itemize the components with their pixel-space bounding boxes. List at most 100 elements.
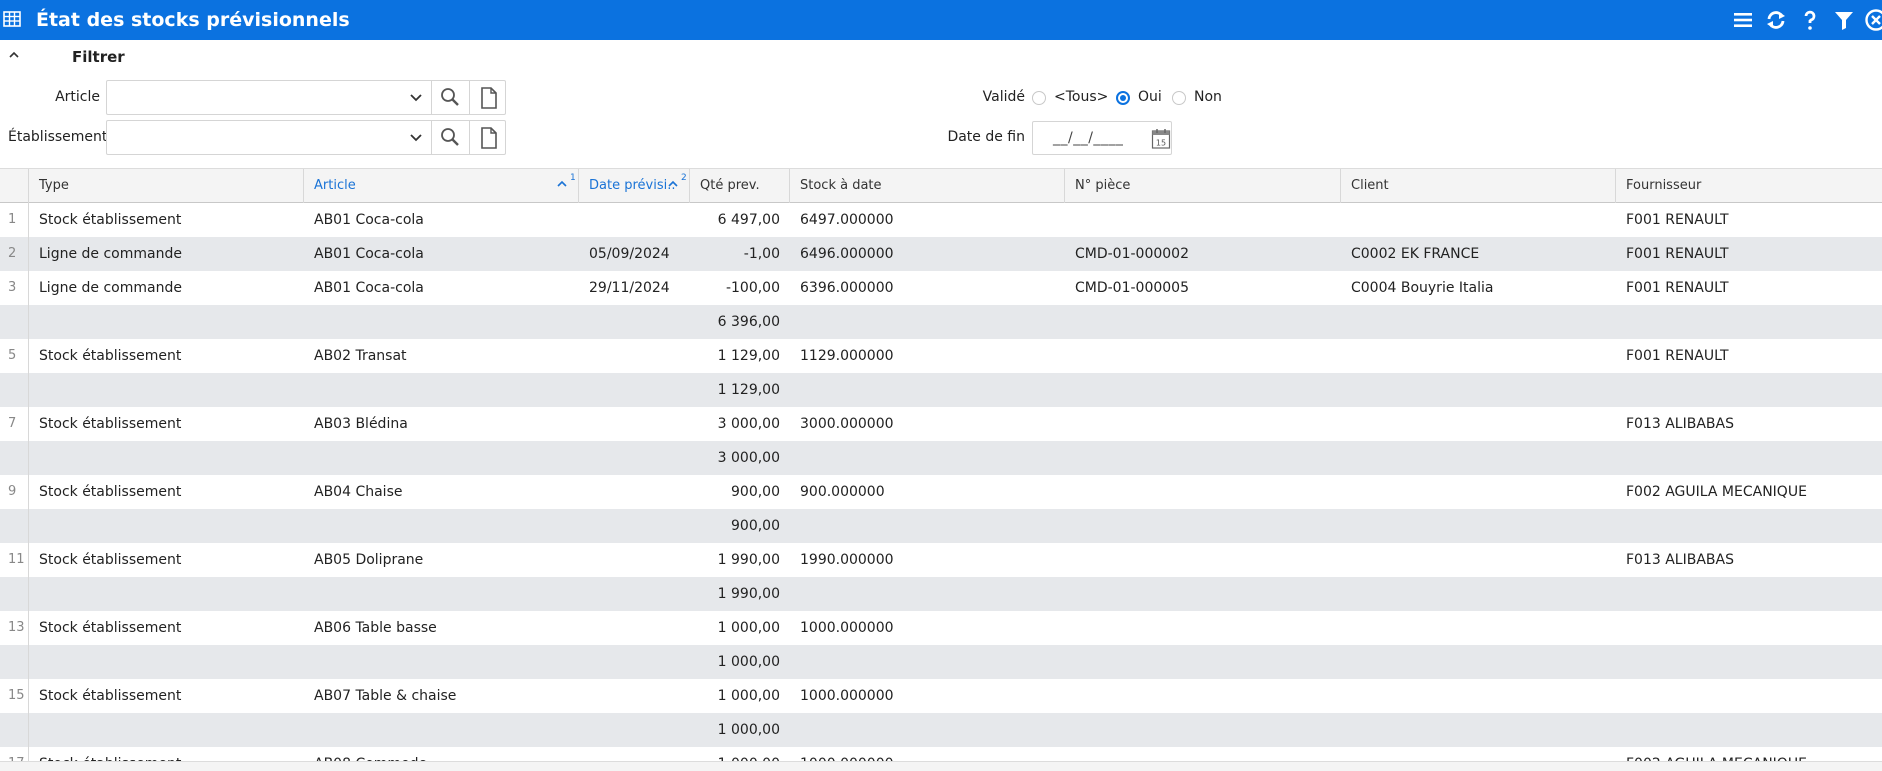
- cell-fournisseur[interactable]: F013 ALIBABAS: [1616, 543, 1882, 577]
- table-row[interactable]: 2 Ligne de commande AB01 Coca-cola 05/09/20…: [0, 237, 1882, 271]
- radio-non-dot[interactable]: [1172, 91, 1186, 105]
- cell-stock[interactable]: 1000.000000: [790, 611, 1065, 645]
- cell-qte[interactable]: 1 990,00: [690, 577, 790, 611]
- cell-piece[interactable]: [1065, 475, 1341, 509]
- cell-qte[interactable]: 1 129,00: [690, 339, 790, 373]
- cell-qte[interactable]: 900,00: [690, 475, 790, 509]
- cell-stock[interactable]: [790, 577, 1065, 611]
- calendar-icon[interactable]: 15: [1151, 128, 1171, 150]
- cell-qte[interactable]: 3 000,00: [690, 441, 790, 475]
- cell-piece[interactable]: [1065, 577, 1341, 611]
- sort-ascending-icon[interactable]: [667, 179, 679, 189]
- cell-qte[interactable]: 6 396,00: [690, 305, 790, 339]
- cell-article[interactable]: AB01 Coca-cola: [304, 237, 579, 271]
- cell-article[interactable]: AB05 Doliprane: [304, 543, 579, 577]
- cell-fournisseur[interactable]: [1616, 713, 1882, 747]
- header-stock-date[interactable]: Stock à date: [790, 169, 1065, 203]
- table-row[interactable]: 11 Stock établissement AB05 Doliprane 1 990…: [0, 543, 1882, 577]
- document-icon[interactable]: [470, 121, 507, 154]
- cell-client[interactable]: [1341, 713, 1616, 747]
- table-row[interactable]: 1 990,00: [0, 577, 1882, 611]
- cell-type[interactable]: [29, 305, 304, 339]
- cell-piece[interactable]: [1065, 441, 1341, 475]
- table-row[interactable]: 900,00: [0, 509, 1882, 543]
- cell-date[interactable]: [579, 475, 690, 509]
- refresh-icon[interactable]: [1764, 8, 1788, 32]
- table-row[interactable]: 3 Ligne de commande AB01 Coca-cola 29/11/20…: [0, 271, 1882, 305]
- cell-type[interactable]: [29, 509, 304, 543]
- cell-fournisseur[interactable]: [1616, 441, 1882, 475]
- cell-client[interactable]: [1341, 611, 1616, 645]
- header-piece[interactable]: N° pièce: [1065, 169, 1341, 203]
- cell-date[interactable]: [579, 543, 690, 577]
- cell-type[interactable]: Stock établissement: [29, 543, 304, 577]
- cell-piece[interactable]: [1065, 339, 1341, 373]
- cell-article[interactable]: [304, 509, 579, 543]
- cell-date[interactable]: [579, 441, 690, 475]
- cell-qte[interactable]: 1 000,00: [690, 611, 790, 645]
- header-article-label[interactable]: Article: [314, 178, 356, 193]
- chevron-down-icon[interactable]: [401, 121, 431, 154]
- header-type-label[interactable]: Type: [39, 178, 69, 193]
- table-row[interactable]: 1 Stock établissement AB01 Coca-cola 6 497,…: [0, 203, 1882, 237]
- cell-article[interactable]: [304, 373, 579, 407]
- header-qte-prev[interactable]: Qté prev.: [690, 169, 790, 203]
- cell-rownum[interactable]: [0, 577, 28, 611]
- cell-type[interactable]: Stock établissement: [29, 475, 304, 509]
- chevron-up-icon[interactable]: [8, 50, 20, 60]
- cell-article[interactable]: AB03 Blédina: [304, 407, 579, 441]
- menu-icon[interactable]: [1731, 8, 1755, 32]
- cell-article[interactable]: AB07 Table & chaise: [304, 679, 579, 713]
- header-piece-label[interactable]: N° pièce: [1075, 178, 1130, 193]
- cell-client[interactable]: [1341, 475, 1616, 509]
- radio-tous-label[interactable]: <Tous>: [1054, 89, 1108, 105]
- cell-qte[interactable]: 1 129,00: [690, 373, 790, 407]
- cell-type[interactable]: [29, 441, 304, 475]
- date-fin-field[interactable]: __/__/____ 15: [1032, 121, 1172, 155]
- cell-stock[interactable]: [790, 645, 1065, 679]
- cell-rownum[interactable]: [0, 305, 28, 339]
- cell-date[interactable]: [579, 305, 690, 339]
- cell-date[interactable]: [579, 407, 690, 441]
- cell-piece[interactable]: [1065, 645, 1341, 679]
- table-row[interactable]: 1 000,00: [0, 645, 1882, 679]
- cell-piece[interactable]: [1065, 679, 1341, 713]
- cell-date[interactable]: [579, 679, 690, 713]
- cell-client[interactable]: [1341, 679, 1616, 713]
- cell-stock[interactable]: [790, 305, 1065, 339]
- cell-qte[interactable]: 6 497,00: [690, 203, 790, 237]
- cell-stock[interactable]: [790, 713, 1065, 747]
- table-row[interactable]: 7 Stock établissement AB03 Blédina 3 000,00…: [0, 407, 1882, 441]
- cell-fournisseur[interactable]: [1616, 611, 1882, 645]
- document-icon[interactable]: [470, 81, 507, 114]
- header-client-label[interactable]: Client: [1351, 178, 1389, 193]
- cell-stock[interactable]: [790, 441, 1065, 475]
- cell-type[interactable]: Stock établissement: [29, 339, 304, 373]
- cell-stock[interactable]: 1129.000000: [790, 339, 1065, 373]
- cell-date[interactable]: [579, 339, 690, 373]
- cell-type[interactable]: Stock établissement: [29, 407, 304, 441]
- cell-rownum[interactable]: 7: [0, 407, 28, 441]
- cell-client[interactable]: [1341, 441, 1616, 475]
- cell-date[interactable]: [579, 577, 690, 611]
- cell-type[interactable]: Stock établissement: [29, 611, 304, 645]
- cell-qte[interactable]: 1 990,00: [690, 543, 790, 577]
- table-row[interactable]: 15 Stock établissement AB07 Table & chaise…: [0, 679, 1882, 713]
- cell-fournisseur[interactable]: F013 ALIBABAS: [1616, 407, 1882, 441]
- cell-piece[interactable]: [1065, 373, 1341, 407]
- cell-date[interactable]: 05/09/2024: [579, 237, 690, 271]
- cell-type[interactable]: [29, 373, 304, 407]
- cell-stock[interactable]: 3000.000000: [790, 407, 1065, 441]
- cell-article[interactable]: AB06 Table basse: [304, 611, 579, 645]
- cell-client[interactable]: [1341, 543, 1616, 577]
- cell-rownum[interactable]: [0, 713, 28, 747]
- cell-rownum[interactable]: 15: [0, 679, 28, 713]
- cell-rownum[interactable]: 13: [0, 611, 28, 645]
- cell-piece[interactable]: [1065, 305, 1341, 339]
- cell-rownum[interactable]: [0, 373, 28, 407]
- search-icon[interactable]: [432, 121, 469, 154]
- cell-rownum[interactable]: [0, 645, 28, 679]
- cell-rownum[interactable]: 2: [0, 237, 28, 271]
- table-row[interactable]: 5 Stock établissement AB02 Transat 1 129,00…: [0, 339, 1882, 373]
- cell-fournisseur[interactable]: F001 RENAULT: [1616, 339, 1882, 373]
